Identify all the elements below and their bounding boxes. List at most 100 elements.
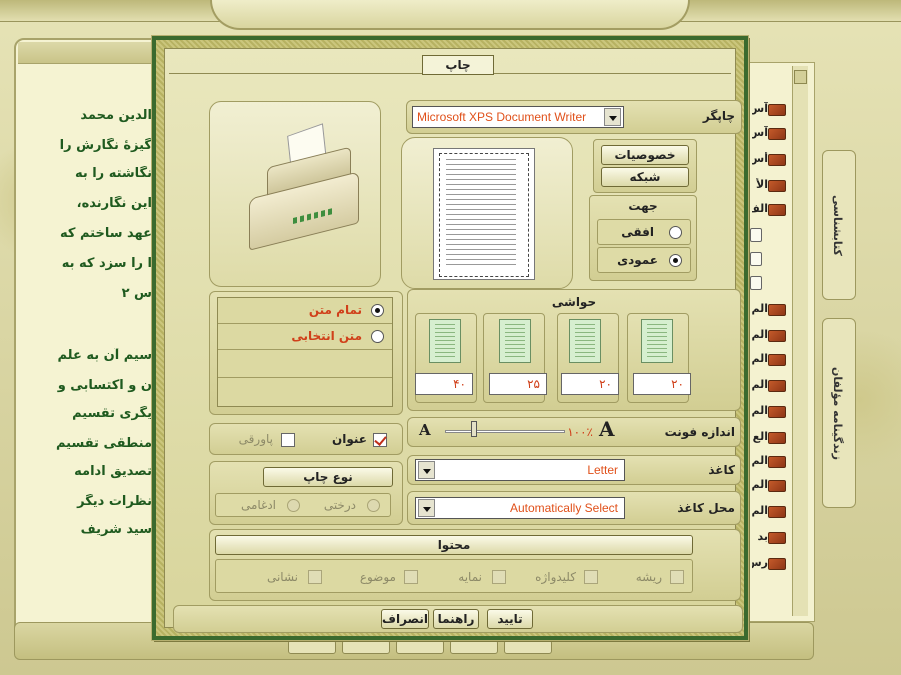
tab-author-biographies[interactable]: زندگینامه مؤلفان	[822, 318, 856, 508]
font-larger-icon[interactable]: A	[599, 417, 615, 441]
open-book-icon[interactable]	[768, 204, 786, 216]
tree-item-label[interactable]: الم	[752, 454, 768, 468]
print-dialog-body: چاپ چاپگر Microsoft XPS Document Writer …	[164, 48, 743, 633]
content-options: ریشه کلیدواژه نمایه موضوع نشانی	[215, 559, 693, 593]
tree-item-label[interactable]: الم	[752, 302, 768, 316]
tree-item-label[interactable]: بد	[752, 530, 768, 544]
content-root-label: ریشه	[635, 570, 662, 584]
tree-item-label[interactable]: الم	[752, 378, 768, 392]
print-dialog: چاپ چاپگر Microsoft XPS Document Writer …	[151, 35, 749, 641]
book-icon[interactable]	[768, 456, 786, 468]
paper-select[interactable]: Letter	[415, 459, 625, 481]
content-subject-checkbox[interactable]	[404, 570, 418, 584]
book-icon[interactable]	[768, 406, 786, 418]
book-icon[interactable]	[768, 380, 786, 392]
book-icon[interactable]	[768, 432, 786, 444]
margin-left-input[interactable]: ۴۰	[415, 373, 473, 395]
font-size-value: ۱۰۰٪	[567, 425, 593, 439]
document-icon[interactable]	[750, 228, 762, 242]
title-checkbox[interactable]	[373, 433, 387, 447]
chevron-down-icon[interactable]	[604, 108, 621, 126]
scrollbar-thumb[interactable]	[794, 70, 807, 84]
portrait-radio[interactable]	[669, 254, 682, 267]
book-icon[interactable]	[768, 154, 786, 166]
footnote-checkbox[interactable]	[281, 433, 295, 447]
help-button[interactable]: راهنما	[433, 609, 479, 629]
ok-button[interactable]: تایید	[487, 609, 533, 629]
content-root-checkbox[interactable]	[670, 570, 684, 584]
all-text-radio[interactable]	[371, 304, 384, 317]
text-line: منطقی تقسیم	[55, 436, 152, 451]
tree-item-label[interactable]: أس	[752, 152, 768, 166]
content-address-checkbox[interactable]	[308, 570, 322, 584]
bottom-nav-button[interactable]	[504, 640, 552, 654]
library-tree-scrollbar[interactable]	[792, 66, 808, 616]
text-line: عهد ساختم که	[59, 226, 152, 241]
font-size-slider-thumb[interactable]	[471, 421, 477, 437]
printer-select[interactable]: Microsoft XPS Document Writer	[412, 106, 624, 128]
tree-item-label[interactable]: الم	[752, 504, 768, 518]
font-size-slider[interactable]	[445, 430, 565, 433]
range-all-row[interactable]: تمام متن	[218, 298, 392, 324]
tree-item-label[interactable]: الف	[752, 202, 768, 216]
book-icon[interactable]	[768, 354, 786, 366]
book-icon[interactable]	[768, 480, 786, 492]
document-icon[interactable]	[750, 252, 762, 266]
margin-right-icon	[641, 319, 673, 363]
tree-item-label[interactable]: رس	[752, 556, 768, 570]
landscape-radio[interactable]	[669, 226, 682, 239]
margin-top-input[interactable]: ۲۰	[561, 373, 619, 395]
tab-bibliography[interactable]: کتابشناسی	[822, 150, 856, 300]
network-button[interactable]: شبکه	[601, 167, 689, 187]
bottom-nav-button[interactable]	[450, 640, 498, 654]
print-type-options: درختی ادغامی	[215, 493, 391, 517]
tree-type-radio[interactable]	[367, 499, 380, 512]
tree-item-label[interactable]: آس	[752, 126, 768, 140]
tab-bibliography-label: کتابشناسی	[831, 194, 844, 256]
chevron-down-icon[interactable]	[418, 461, 435, 479]
merged-type-label: ادغامی	[240, 498, 276, 512]
tree-item-label[interactable]: الم	[752, 352, 768, 366]
book-icon[interactable]	[768, 506, 786, 518]
text-line: این نگارنده،	[76, 196, 152, 211]
range-selected-row[interactable]: متن انتخابی	[218, 324, 392, 350]
book-icon[interactable]	[768, 180, 786, 192]
margin-bottom-input[interactable]: ۲۵	[489, 373, 547, 395]
book-icon[interactable]	[768, 558, 786, 570]
tree-item-label[interactable]: الأ	[752, 178, 768, 192]
tree-item-label[interactable]: الم	[752, 404, 768, 418]
tree-item-label[interactable]: الع	[752, 430, 768, 444]
tree-item-label[interactable]: الم	[752, 478, 768, 492]
document-icon[interactable]	[750, 276, 762, 290]
chevron-down-icon[interactable]	[418, 499, 435, 517]
cancel-button[interactable]: انصراف	[381, 609, 429, 629]
merged-type-radio[interactable]	[287, 499, 300, 512]
paper-source-select[interactable]: Automatically Select	[415, 497, 625, 519]
margins-title: حواشی	[551, 295, 597, 309]
content-index-label: نمایه	[458, 570, 482, 584]
bottom-nav-button[interactable]	[288, 640, 336, 654]
book-icon[interactable]	[768, 532, 786, 544]
bottom-nav-button[interactable]	[342, 640, 390, 654]
orientation-landscape-row[interactable]: افقی	[597, 219, 691, 245]
print-type-title: نوع چاپ	[263, 467, 393, 487]
content-keyword-checkbox[interactable]	[584, 570, 598, 584]
orientation-portrait-row[interactable]: عمودی	[597, 247, 691, 273]
book-icon[interactable]	[768, 304, 786, 316]
selected-text-radio[interactable]	[371, 330, 384, 343]
paper-source-select-value: Automatically Select	[509, 501, 618, 515]
tree-item-label[interactable]: الم	[752, 328, 768, 342]
reader-panel-header	[18, 42, 160, 64]
book-icon[interactable]	[768, 128, 786, 140]
margin-right-input[interactable]: ۲۰	[633, 373, 691, 395]
landscape-label: افقی	[621, 225, 654, 239]
properties-button[interactable]: خصوصیات	[601, 145, 689, 165]
text-line: ن و اکتسابی و	[57, 378, 152, 393]
book-icon[interactable]	[768, 330, 786, 342]
font-smaller-icon[interactable]: A	[419, 421, 431, 439]
book-icon[interactable]	[768, 104, 786, 116]
tree-type-label: درختی	[323, 498, 356, 512]
bottom-nav-button[interactable]	[396, 640, 444, 654]
tree-item-label[interactable]: آس	[752, 102, 768, 116]
content-index-checkbox[interactable]	[492, 570, 506, 584]
